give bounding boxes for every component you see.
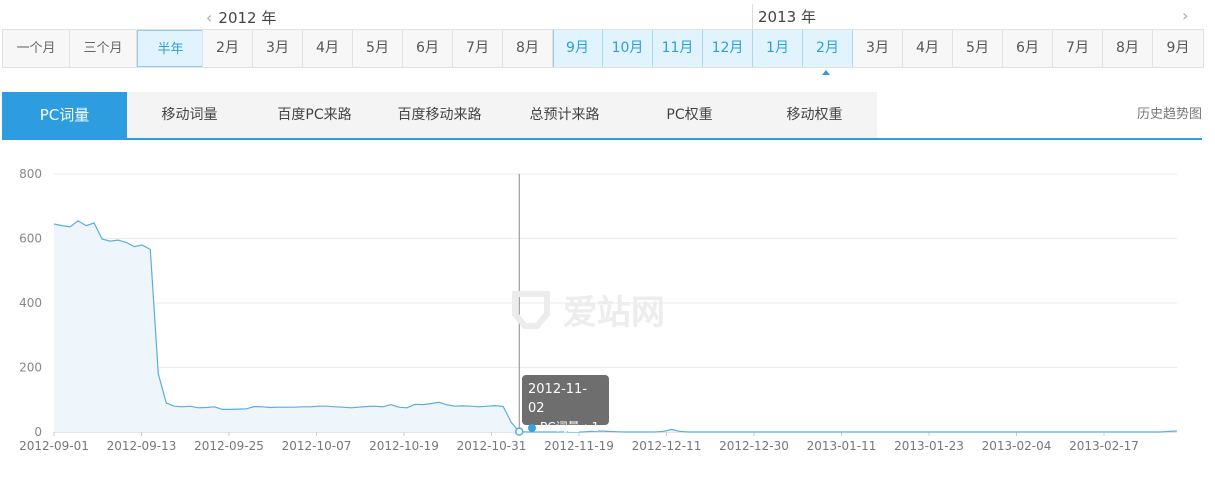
year-label-next: 2013 年 (752, 4, 816, 30)
range-button-1[interactable]: 三个月 (70, 30, 137, 67)
x-tick-label-1: 2012-09-13 (107, 439, 177, 453)
tab-3[interactable]: 百度移动来路 (377, 92, 502, 138)
tab-0[interactable]: PC词量 (2, 92, 127, 138)
y-tick-label-1: 200 (19, 361, 42, 375)
x-tick-label-11: 2013-02-04 (982, 439, 1052, 453)
month-strip: 2月 3月 4月 5月 6月 7月 8月 9月 10月 11月 12月 1月 2月 3月 4月 5月 6月 7月 8… (202, 29, 1204, 68)
x-tick-label-7: 2012-12-11 (632, 439, 702, 453)
month-item-3[interactable]: 5月 (353, 30, 403, 67)
month-item-0[interactable]: 2月 (203, 30, 253, 67)
y-tick-label-3: 600 (19, 232, 42, 246)
history-trend-link[interactable]: 历史趋势图 (1137, 92, 1202, 138)
month-item-5[interactable]: 7月 (453, 30, 503, 67)
month-item-1[interactable]: 3月 (253, 30, 303, 67)
x-tick-label-8: 2012-12-30 (719, 439, 789, 453)
tooltip-value: 1 (591, 420, 600, 434)
x-tick-label-0: 2012-09-01 (19, 439, 89, 453)
x-tick-label-2: 2012-09-25 (194, 439, 264, 453)
metric-tabs: PC词量 移动词量 百度PC来路 百度移动来路 总预计来路 PC权重 移动权重 历史趋势图 (2, 92, 1202, 140)
month-item-10[interactable]: 12月 (703, 30, 753, 67)
year-prev: ‹ 2012 年 (206, 6, 276, 28)
month-item-7[interactable]: 9月 (553, 30, 603, 67)
month-item-15[interactable]: 5月 (953, 30, 1003, 67)
watermark-logo-icon (512, 290, 550, 329)
y-tick-label-2: 400 (19, 296, 42, 310)
tooltip-sep: : (583, 420, 588, 434)
chevron-left-icon[interactable]: ‹ (206, 8, 212, 27)
chevron-right-icon[interactable]: › (1182, 6, 1188, 25)
month-item-4[interactable]: 6月 (403, 30, 453, 67)
month-item-6[interactable]: 8月 (503, 30, 553, 67)
chart-tooltip: 2012-11-02 PC词量: 1 (522, 375, 609, 434)
selected-month-marker (822, 70, 830, 75)
month-item-11[interactable]: 1月 (753, 30, 803, 67)
year-label-prev: 2012 年 (218, 8, 277, 27)
month-item-16[interactable]: 6月 (1003, 30, 1053, 67)
tab-2[interactable]: 百度PC来路 (252, 92, 377, 138)
tab-1[interactable]: 移动词量 (127, 92, 252, 138)
tab-5[interactable]: PC权重 (627, 92, 752, 138)
month-item-2[interactable]: 4月 (303, 30, 353, 67)
month-item-9[interactable]: 11月 (653, 30, 703, 67)
watermark-text: 爱站网 (563, 293, 665, 333)
tooltip-date: 2012-11-02 (528, 382, 588, 416)
highlight-point (514, 427, 524, 436)
tooltip-series: PC词量 (540, 420, 580, 434)
tab-6[interactable]: 移动权重 (752, 92, 877, 138)
month-item-18[interactable]: 8月 (1103, 30, 1153, 67)
month-item-14[interactable]: 4月 (903, 30, 953, 67)
watermark: 爱站网 (507, 285, 665, 334)
x-tick-label-10: 2013-01-23 (894, 439, 964, 453)
x-tick-label-12: 2013-02-17 (1069, 439, 1139, 453)
month-item-17[interactable]: 7月 (1053, 30, 1103, 67)
tab-4[interactable]: 总预计来路 (502, 92, 627, 138)
month-item-19[interactable]: 9月 (1153, 30, 1203, 67)
range-button-0[interactable]: 一个月 (3, 30, 70, 67)
tab-strip: PC词量 移动词量 百度PC来路 百度移动来路 总预计来路 PC权重 移动权重 (2, 92, 877, 138)
x-tick-label-9: 2013-01-11 (807, 439, 877, 453)
range-button-2[interactable]: 半年 (137, 30, 204, 67)
y-tick-label-0: 0 (34, 425, 42, 439)
trend-panel: 一个月 三个月 半年 ‹ 2012 年 2013 年 › 2月 3月 4月 5月 6月 7月 8… (0, 0, 1215, 480)
month-item-13[interactable]: 3月 (853, 30, 903, 67)
x-tick-label-5: 2012-10-31 (457, 439, 527, 453)
x-tick-label-6: 2012-11-19 (544, 439, 614, 453)
month-item-8[interactable]: 10月 (603, 30, 653, 67)
x-tick-label-4: 2012-10-19 (369, 439, 439, 453)
tooltip-value-row: PC词量: 1 (528, 418, 603, 437)
range-selector: 一个月 三个月 半年 (2, 29, 205, 68)
month-item-12[interactable]: 2月 (803, 30, 853, 67)
y-tick-label-4: 800 (19, 167, 42, 181)
series-dot-icon (528, 423, 536, 432)
x-tick-label-3: 2012-10-07 (282, 439, 352, 453)
